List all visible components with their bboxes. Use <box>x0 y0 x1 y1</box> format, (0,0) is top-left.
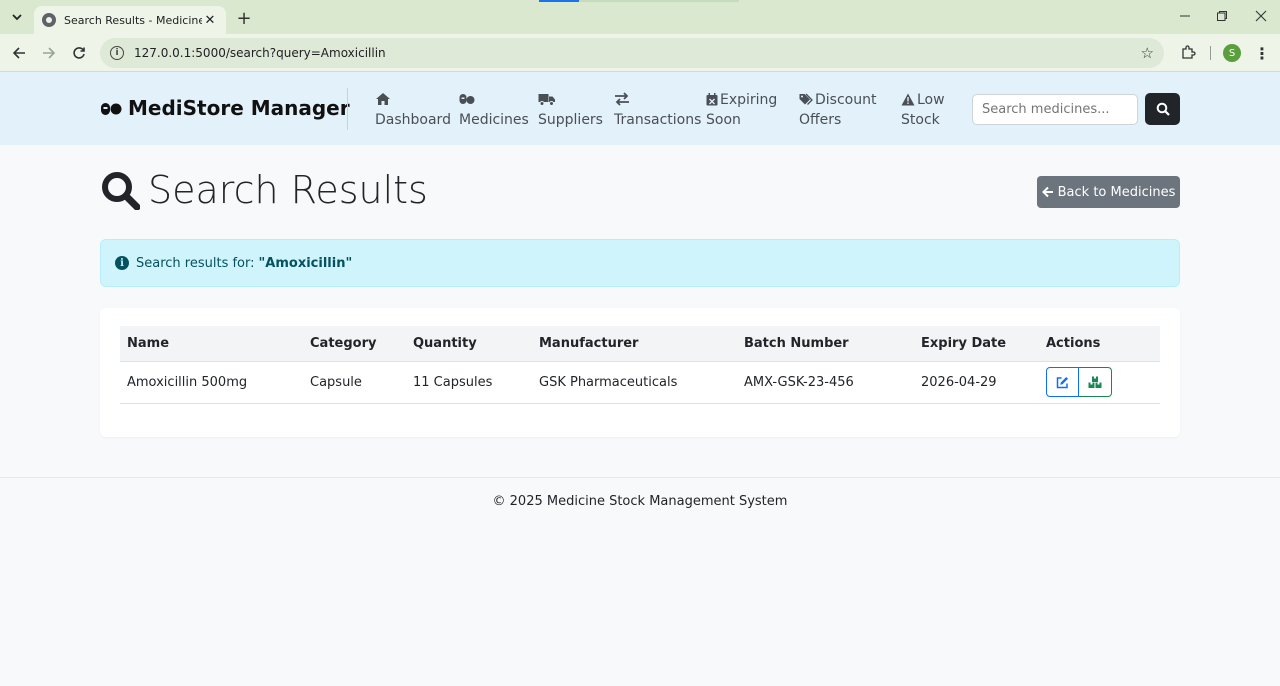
alert-query: "Amoxicillin" <box>258 255 353 271</box>
results-table: Name Category Quantity Manufacturer Batc… <box>120 326 1160 404</box>
nav-label-low-line2: Stock <box>901 112 940 128</box>
info-icon: i <box>115 256 129 270</box>
nav-label-low-line1: Low <box>917 92 945 108</box>
table-row: Amoxicillin 500mg Capsule 11 Capsules GS… <box>120 361 1160 404</box>
nav-label-dashboard: Dashboard <box>375 112 451 128</box>
browser-toolbar: i 127.0.0.1:5000/search?query=Amoxicilli… <box>0 34 1280 72</box>
nav-label-expiring-line2: Soon <box>706 112 741 128</box>
nav-item-discount-offers[interactable]: Discount Offers <box>799 90 876 130</box>
boxes-icon <box>1088 376 1102 388</box>
forward-nav-button[interactable] <box>38 42 60 64</box>
edit-icon <box>1056 376 1068 388</box>
back-button-label: Back to Medicines <box>1057 184 1176 200</box>
table-header-row: Name Category Quantity Manufacturer Batc… <box>120 326 1160 362</box>
page-title-text: Search Results <box>148 168 428 212</box>
browser-tab-title: Search Results - Medicine Stock <box>64 13 202 27</box>
close-tab-icon[interactable]: ✕ <box>202 12 218 28</box>
back-nav-button[interactable] <box>8 42 30 64</box>
nav-item-medicines[interactable]: Medicines <box>459 90 529 130</box>
arrow-right-icon <box>43 47 56 59</box>
nav-label-transactions: Transactions <box>614 112 702 128</box>
stock-button[interactable] <box>1079 367 1112 397</box>
minimize-icon <box>1180 15 1190 17</box>
truck-icon <box>538 94 555 106</box>
extensions-icon[interactable] <box>1178 42 1198 62</box>
col-header-quantity: Quantity <box>406 326 532 362</box>
search-icon <box>1156 102 1170 116</box>
nav-item-suppliers[interactable]: Suppliers <box>538 90 603 130</box>
cell-category: Capsule <box>303 361 406 404</box>
nav-item-dashboard[interactable]: Dashboard <box>375 90 451 130</box>
app-navbar: MediStore Manager Dashboard Medicines Su… <box>0 72 1280 145</box>
restore-button[interactable] <box>1203 0 1241 32</box>
col-header-expiry: Expiry Date <box>914 326 1039 362</box>
arrow-left-icon <box>1041 186 1053 198</box>
nav-item-low-stock[interactable]: Low Stock <box>901 90 945 130</box>
close-icon <box>1255 10 1267 22</box>
search-button[interactable] <box>1145 93 1180 125</box>
home-icon <box>376 93 390 105</box>
address-bar[interactable]: i 127.0.0.1:5000/search?query=Amoxicilli… <box>100 38 1164 68</box>
browser-menu-icon[interactable]: ⋮ <box>1252 42 1272 64</box>
results-card: Name Category Quantity Manufacturer Batc… <box>100 308 1180 437</box>
footer-text: © 2025 Medicine Stock Management System <box>492 494 788 509</box>
calendar-x-icon <box>706 93 718 106</box>
exchange-icon <box>615 92 629 106</box>
cell-expiry: 2026-04-29 <box>914 361 1039 404</box>
reload-icon <box>73 47 85 59</box>
search-icon <box>102 172 140 210</box>
warning-icon <box>901 93 915 106</box>
nav-item-expiring-soon[interactable]: Expiring Soon <box>706 90 777 130</box>
bookmark-star-icon[interactable]: ☆ <box>1141 44 1154 62</box>
pills-icon <box>101 103 122 115</box>
restore-icon <box>1217 11 1227 21</box>
globe-icon <box>42 13 56 27</box>
tab-search-dropdown[interactable] <box>6 6 28 28</box>
brand-logo[interactable]: MediStore Manager <box>100 96 350 120</box>
col-header-batch: Batch Number <box>737 326 914 362</box>
back-to-medicines-button[interactable]: Back to Medicines <box>1037 176 1180 208</box>
site-info-icon[interactable]: i <box>110 46 124 60</box>
nav-item-transactions[interactable]: Transactions <box>614 90 701 130</box>
search-input[interactable] <box>972 94 1138 125</box>
address-url: 127.0.0.1:5000/search?query=Amoxicillin <box>134 46 386 60</box>
profile-avatar[interactable]: S <box>1223 44 1241 62</box>
page-title: Search Results <box>100 168 428 212</box>
tags-icon <box>799 93 813 105</box>
edit-button[interactable] <box>1046 367 1079 397</box>
arrow-left-icon <box>12 47 25 59</box>
cell-name: Amoxicillin 500mg <box>120 361 303 404</box>
brand-name: MediStore Manager <box>128 96 350 120</box>
cell-manufacturer: GSK Pharmaceuticals <box>532 361 737 404</box>
cell-actions <box>1039 361 1160 404</box>
cell-quantity: 11 Capsules <box>406 361 532 404</box>
chevron-down-icon <box>12 14 22 21</box>
nav-label-discount-line1: Discount <box>815 92 877 108</box>
col-header-manufacturer: Manufacturer <box>532 326 737 362</box>
col-header-name: Name <box>120 326 303 362</box>
nav-label-suppliers: Suppliers <box>538 112 603 128</box>
footer: © 2025 Medicine Stock Management System <box>0 477 1280 686</box>
browser-tab-bar: Search Results - Medicine Stock ✕ + <box>0 0 1280 34</box>
new-tab-button[interactable]: + <box>234 8 254 29</box>
nav-label-discount-line2: Offers <box>799 112 842 128</box>
cell-batch: AMX-GSK-23-456 <box>737 361 914 404</box>
col-header-actions: Actions <box>1039 326 1160 362</box>
search-info-alert: i Search results for: "Amoxicillin" <box>100 239 1180 287</box>
nav-label-medicines: Medicines <box>459 112 529 128</box>
col-header-category: Category <box>303 326 406 362</box>
reload-button[interactable] <box>68 42 90 64</box>
pills-icon <box>459 94 475 104</box>
alert-prefix: Search results for: <box>136 255 255 271</box>
toolbar-divider <box>1210 46 1211 60</box>
nav-label-expiring-line1: Expiring <box>720 92 778 108</box>
tab-strip-indicator <box>539 0 579 2</box>
minimize-button[interactable] <box>1166 0 1204 32</box>
navbar-divider <box>347 88 348 130</box>
tab-strip-indicator-track <box>579 0 739 2</box>
browser-tab[interactable]: Search Results - Medicine Stock ✕ <box>34 6 226 34</box>
close-window-button[interactable] <box>1242 0 1280 32</box>
